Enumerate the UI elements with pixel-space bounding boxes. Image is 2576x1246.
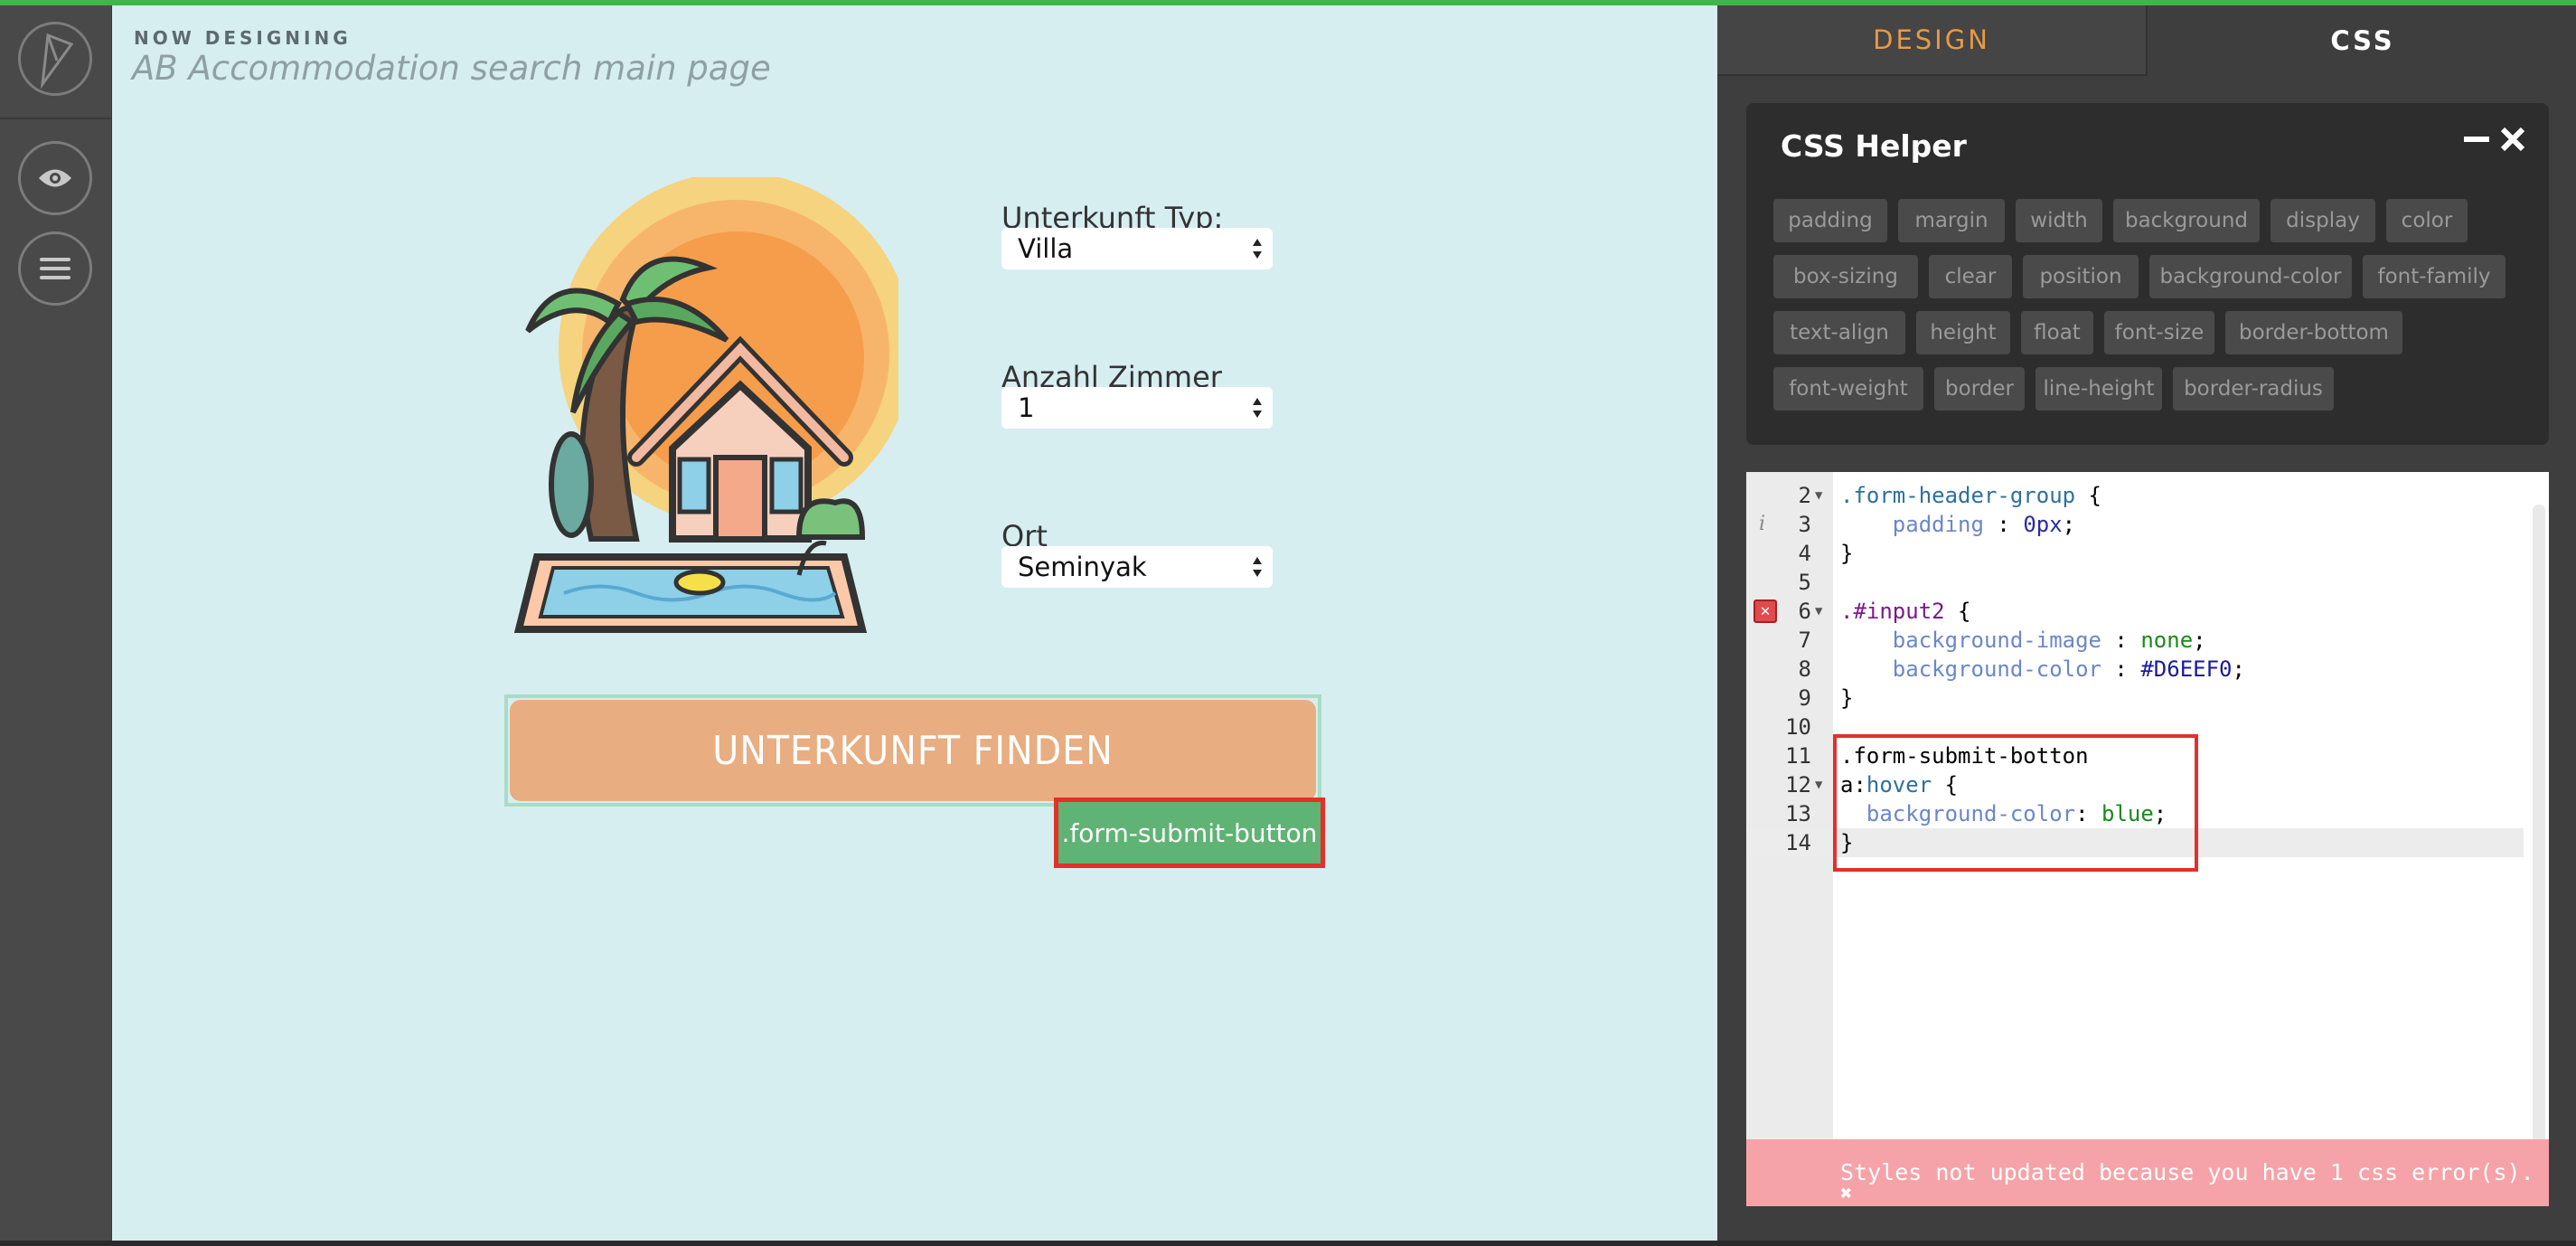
chip-position[interactable]: position <box>2023 255 2139 298</box>
line-number: 9 <box>1798 685 1811 711</box>
design-canvas: NOW DESIGNING AB Accommodation search ma… <box>112 5 1717 1241</box>
code-token: : <box>1983 512 2024 537</box>
left-rail <box>0 5 112 1241</box>
chip-box-sizing[interactable]: box-sizing <box>1773 255 1918 298</box>
css-error-banner: Styles not updated because you have 1 cs… <box>1746 1139 2549 1206</box>
line-number: 12 <box>1785 772 1811 798</box>
code-token: } <box>1840 685 1854 711</box>
line-number: 3 <box>1798 512 1811 537</box>
up-down-arrows-icon <box>1253 557 1262 577</box>
tab-design[interactable]: DESIGN <box>1717 5 2148 76</box>
css-helper-title: CSS Helper <box>1781 128 1967 164</box>
line-number: 13 <box>1785 801 1811 826</box>
code-token: background-color <box>1840 656 2101 682</box>
chip-border-radius[interactable]: border-radius <box>2173 367 2334 411</box>
error-message: Styles not updated because you have 1 cs… <box>1840 1159 2549 1185</box>
code-token: : <box>2101 628 2141 653</box>
chip-line-height[interactable]: line-height <box>2035 367 2162 411</box>
css-editor[interactable]: 2 ▼ .form-header-group { i 3 padding : 0… <box>1746 472 2549 1206</box>
code-token: #D6EEF0 <box>2140 656 2233 682</box>
code-token: ; <box>2193 628 2206 653</box>
code-line[interactable]: i 3 padding : 0px; <box>1746 510 2524 539</box>
code-token: none <box>2140 628 2194 653</box>
location-select-value: Seminyak <box>1018 552 1147 582</box>
code-line[interactable]: 5 <box>1746 568 2524 597</box>
type-select-value: Villa <box>1018 233 1074 264</box>
selector-tag[interactable]: .form-submit-button <box>1054 798 1325 868</box>
code-token: } <box>1840 541 1854 566</box>
minimize-icon[interactable] <box>2464 127 2489 152</box>
code-line[interactable]: 9 } <box>1746 684 2524 713</box>
line-number: 11 <box>1785 743 1811 769</box>
chip-padding[interactable]: padding <box>1773 199 1887 242</box>
code-token: .#input2 <box>1840 599 1945 624</box>
chip-font-size[interactable]: font-size <box>2104 311 2214 354</box>
code-line[interactable]: 8 background-color : #D6EEF0; <box>1746 655 2524 684</box>
code-token: ; <box>2232 656 2245 682</box>
code-line[interactable]: 7 background-image : none; <box>1746 626 2524 655</box>
fold-arrow-icon[interactable]: ▼ <box>1815 770 1822 799</box>
line-number: 5 <box>1798 570 1811 595</box>
location-select[interactable]: Seminyak <box>1001 546 1273 588</box>
chip-font-weight[interactable]: font-weight <box>1773 367 1923 411</box>
code-token: { <box>2075 483 2101 508</box>
code-token: .form-header-group <box>1840 483 2076 508</box>
code-token: 0px <box>2023 512 2063 537</box>
chip-display[interactable]: display <box>2270 199 2375 242</box>
house-pool-illustration <box>513 177 898 633</box>
chip-color[interactable]: color <box>2386 199 2468 242</box>
close-icon[interactable]: ✖ <box>1840 1183 1852 1205</box>
page-title[interactable]: AB Accommodation search main page <box>132 49 771 88</box>
hamburger-menu-icon[interactable] <box>18 231 92 306</box>
chip-border-bottom[interactable]: border-bottom <box>2225 311 2402 354</box>
chip-background-color[interactable]: background-color <box>2149 255 2352 298</box>
code-highlight-box <box>1833 734 2198 872</box>
eye-icon[interactable] <box>18 141 92 215</box>
line-number: 10 <box>1785 714 1811 740</box>
line-number: 4 <box>1798 541 1811 566</box>
chip-border[interactable]: border <box>1934 367 2025 411</box>
chip-width[interactable]: width <box>2016 199 2102 242</box>
code-line[interactable]: 4 } <box>1746 539 2524 568</box>
line-number: 2 <box>1798 483 1811 508</box>
bottom-strip <box>0 1241 2576 1246</box>
pen-nib-logo-icon[interactable] <box>18 22 92 96</box>
tab-css[interactable]: CSS <box>2149 5 2576 76</box>
editor-scrollbar[interactable] <box>2533 505 2545 1201</box>
chip-background[interactable]: background <box>2113 199 2260 242</box>
rooms-select[interactable]: 1 <box>1001 387 1273 429</box>
css-helper-controls <box>2464 127 2525 152</box>
chip-text-align[interactable]: text-align <box>1773 311 1905 354</box>
code-token: : <box>2101 656 2141 682</box>
up-down-arrows-icon <box>1253 398 1262 418</box>
chip-font-family[interactable]: font-family <box>2363 255 2505 298</box>
css-helper: CSS Helper padding margin width backgrou… <box>1746 103 2549 445</box>
panel-tabs: DESIGN CSS <box>1717 5 2576 76</box>
chip-height[interactable]: height <box>1916 311 2010 354</box>
type-select[interactable]: Villa <box>1001 228 1273 269</box>
right-panel: DESIGN CSS CSS Helper padding margin wid… <box>1717 5 2576 1241</box>
line-number: 8 <box>1798 656 1811 682</box>
fold-arrow-icon[interactable]: ▼ <box>1815 481 1822 510</box>
code-line[interactable]: 2 ▼ .form-header-group { <box>1746 481 2524 510</box>
close-icon[interactable] <box>2500 127 2525 152</box>
code-token: ; <box>2062 512 2076 537</box>
code-line[interactable]: ✕ 6 ▼ .#input2 { <box>1746 597 2524 626</box>
up-down-arrows-icon <box>1253 239 1262 259</box>
logo-area <box>0 5 112 119</box>
chip-margin[interactable]: margin <box>1898 199 2005 242</box>
rooms-select-value: 1 <box>1018 392 1035 423</box>
code-token: background-image <box>1840 628 2101 653</box>
submit-button[interactable]: UNTERKUNFT FINDEN <box>510 700 1316 801</box>
code-token: { <box>1944 599 1971 624</box>
fold-arrow-icon[interactable]: ▼ <box>1815 597 1822 626</box>
line-number: 7 <box>1798 628 1811 653</box>
line-number: 6 <box>1798 599 1811 624</box>
code-token: padding <box>1840 512 1984 537</box>
chip-float[interactable]: float <box>2021 311 2093 354</box>
now-designing-label: NOW DESIGNING <box>134 27 352 49</box>
chip-clear[interactable]: clear <box>1929 255 2012 298</box>
line-number: 14 <box>1785 830 1811 855</box>
